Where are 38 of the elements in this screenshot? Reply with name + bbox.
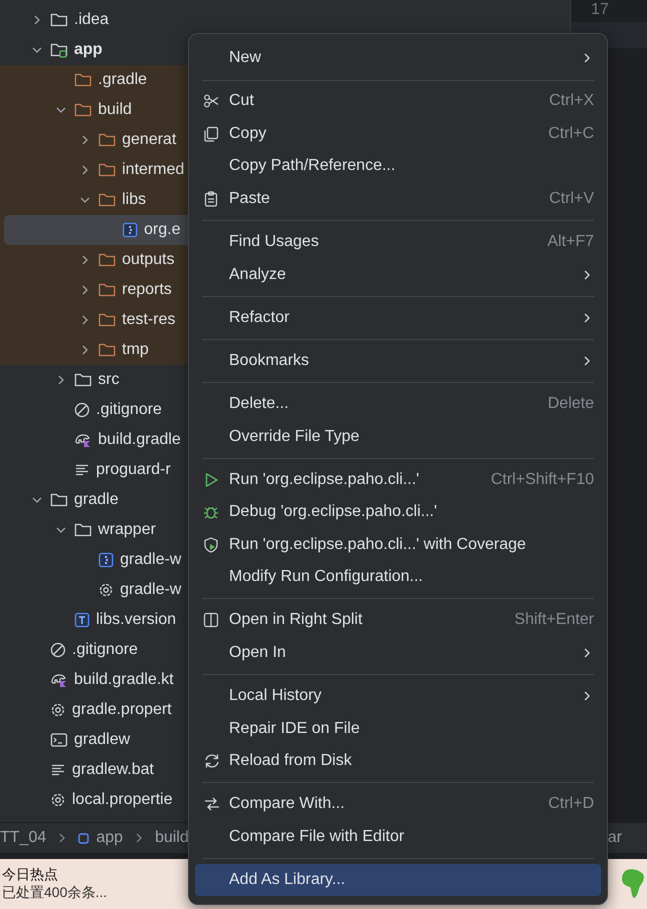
tree-item-label: .gitignore — [96, 401, 162, 419]
shortcut-label: Ctrl+Shift+F10 — [490, 470, 594, 489]
tree-item-label: .gitignore — [72, 641, 138, 659]
tree-item-label: org.e — [144, 221, 180, 239]
shortcut-label: Ctrl+X — [549, 92, 594, 110]
tree-item-label: gradle.propert — [72, 701, 172, 719]
tree-item-label: local.propertie — [72, 791, 172, 809]
line-number: 17 — [591, 0, 609, 20]
tree-item-label: build.gradle.kt — [74, 671, 174, 689]
shortcut-label: Ctrl+D — [548, 795, 594, 814]
tree-item-label: wrapper — [98, 521, 156, 539]
tree-item-label: .gradle — [98, 71, 147, 89]
tree-item-label: .idea — [74, 11, 109, 29]
tree-item-label: gradlew — [74, 731, 130, 749]
shortcut-label: Shift+Enter — [514, 611, 594, 630]
tree-item-label: gradle-w — [120, 581, 182, 599]
tree-item-label: outputs — [122, 251, 174, 269]
shortcut-label: Delete — [548, 395, 594, 414]
tree-item-label: reports — [122, 281, 172, 299]
tree-item-label: gradle — [74, 491, 118, 509]
tree-item-label: gradle-w — [120, 551, 182, 569]
notification-text: 已处置400余条... — [2, 884, 108, 902]
tree-item-label: build — [98, 101, 132, 119]
tree-item-label: gradlew.bat — [72, 761, 154, 779]
tree-item-label: app — [74, 41, 102, 59]
tree-item-label: generat — [122, 131, 176, 149]
tree-item-label: libs — [122, 191, 146, 209]
shortcut-label: Alt+F7 — [547, 233, 594, 252]
shortcut-label: Ctrl+C — [548, 124, 594, 143]
tree-item-label: libs.version — [96, 611, 176, 629]
tree-item-label: test-res — [122, 311, 176, 329]
tree-item-label: tmp — [122, 341, 149, 359]
tree-item-label: intermed — [122, 161, 184, 179]
shortcut-label: Ctrl+V — [549, 190, 594, 208]
tree-item-label: build.gradle — [98, 431, 181, 449]
notification-title: 今日热点 — [2, 866, 58, 884]
tree-item-label: src — [98, 371, 120, 389]
tree-item-label: proguard-r — [96, 461, 171, 479]
